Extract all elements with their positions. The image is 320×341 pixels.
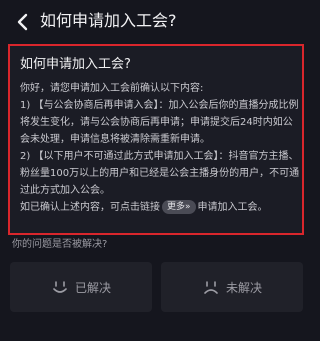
resolved-button[interactable]: 已解决 <box>10 262 152 312</box>
card-line-1: 1) 【与公会协商后再申请入会】：加入公会后你的直播分成比例将发生变化，请与公会… <box>20 100 299 145</box>
smile-icon <box>53 281 67 293</box>
more-link[interactable]: 更多» <box>162 200 196 214</box>
final-suffix: 申请加入工会。 <box>197 202 268 213</box>
unresolved-label: 未解决 <box>225 280 262 295</box>
card-line-intro: 你好，请您申请加入工会前确认以下内容: <box>20 83 204 94</box>
frown-icon <box>204 281 218 294</box>
page-title: 如何申请加入工会? <box>40 11 177 30</box>
unresolved-button[interactable]: 未解决 <box>161 262 303 312</box>
card-title: 如何申请加入工会? <box>20 57 131 72</box>
resolved-label: 已解决 <box>74 280 111 295</box>
answer-card: 如何申请加入工会? 你好，请您申请加入工会前确认以下内容: 1) 【与公会协商后… <box>8 44 304 235</box>
card-body: 你好，请您申请加入工会前确认以下内容: 1) 【与公会协商后再申请入会】：加入公… <box>20 80 300 216</box>
top-bar: 如何申请加入工会? <box>0 0 315 44</box>
card-line-2: 2) 【以下用户不可通过此方式申请加入工会】：抖音官方主播、粉丝量100万以上的… <box>20 151 300 196</box>
chevron-left-icon[interactable] <box>12 11 32 33</box>
final-prefix: 如已确认上述内容，可点击链接 <box>20 202 160 213</box>
card-line-final: 如已确认上述内容，可点击链接 更多» 申请加入工会。 <box>20 199 300 216</box>
feedback-question: 你的问题是否被解决? <box>12 239 108 250</box>
